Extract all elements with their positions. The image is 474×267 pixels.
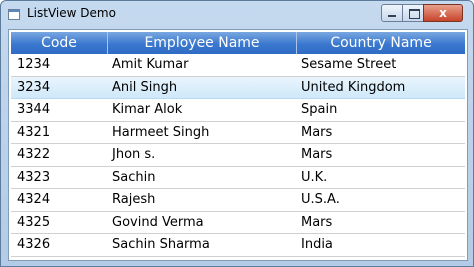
cell-name: Sachin — [112, 169, 156, 185]
app-window: ListView Demo x Code Employee Name Count… — [0, 0, 474, 267]
cell-country: U.K. — [301, 169, 328, 185]
cell-name: Anil Singh — [112, 79, 178, 95]
list-view-header: Code Employee Name Country Name — [11, 32, 465, 54]
list-view-rows: 1234 Amit Kumar Sesame Street 3234 Anil Sing… — [11, 54, 465, 257]
column-header-country-name[interactable]: Country Name — [297, 32, 465, 54]
table-row[interactable]: 1234 Amit Kumar Sesame Street — [11, 54, 465, 77]
list-view[interactable]: Code Employee Name Country Name 1234 Amit… — [8, 29, 468, 261]
cell-country: Sesame Street — [301, 57, 397, 72]
cell-country: Mars — [301, 214, 333, 230]
table-row[interactable]: 4321 Harmeet Singh Mars — [11, 122, 465, 144]
minimize-icon — [388, 15, 396, 17]
cell-code: 4321 — [17, 124, 51, 140]
cell-code: 4326 — [17, 237, 51, 252]
maximize-button[interactable] — [402, 4, 424, 22]
cell-name: Govind Verma — [112, 214, 204, 230]
cell-country: U.S.A. — [301, 192, 340, 207]
app-window-icon[interactable] — [8, 9, 20, 20]
cell-code: 4325 — [17, 214, 51, 230]
close-button[interactable]: x — [423, 4, 463, 22]
cell-code: 1234 — [17, 57, 51, 72]
title-bar[interactable]: ListView Demo x — [1, 1, 473, 27]
table-row[interactable]: 4323 Sachin U.K. — [11, 167, 465, 189]
cell-name: Jhon s. — [112, 147, 156, 162]
cell-code: 4324 — [17, 192, 51, 207]
column-header-code[interactable]: Code — [11, 32, 108, 54]
cell-country: United Kingdom — [301, 79, 406, 95]
maximize-icon — [409, 9, 420, 19]
cell-code: 3344 — [17, 102, 51, 117]
cell-name: Sachin Sharma — [112, 237, 210, 252]
cell-code: 4322 — [17, 147, 51, 162]
cell-country: India — [301, 237, 333, 252]
cell-country: Mars — [301, 124, 333, 140]
table-row[interactable]: 4325 Govind Verma Mars — [11, 212, 465, 234]
cell-code: 3234 — [17, 79, 51, 95]
table-row[interactable]: 3234 Anil Singh United Kingdom — [11, 76, 465, 99]
cell-name: Harmeet Singh — [112, 124, 210, 140]
table-row[interactable]: 4324 Rajesh U.S.A. — [11, 189, 465, 212]
window-title: ListView Demo — [27, 6, 116, 20]
cell-name: Rajesh — [112, 192, 156, 207]
cell-name: Amit Kumar — [112, 57, 189, 72]
minimize-button[interactable] — [381, 4, 403, 22]
cell-name: Kimar Alok — [112, 102, 183, 117]
cell-country: Mars — [301, 147, 333, 162]
table-row[interactable]: 4326 Sachin Sharma India — [11, 234, 465, 257]
table-row[interactable]: 4322 Jhon s. Mars — [11, 144, 465, 167]
close-icon: x — [439, 6, 447, 20]
cell-code: 4323 — [17, 169, 51, 185]
column-header-employee-name[interactable]: Employee Name — [108, 32, 297, 54]
table-row[interactable]: 3344 Kimar Alok Spain — [11, 99, 465, 122]
cell-country: Spain — [301, 102, 338, 117]
